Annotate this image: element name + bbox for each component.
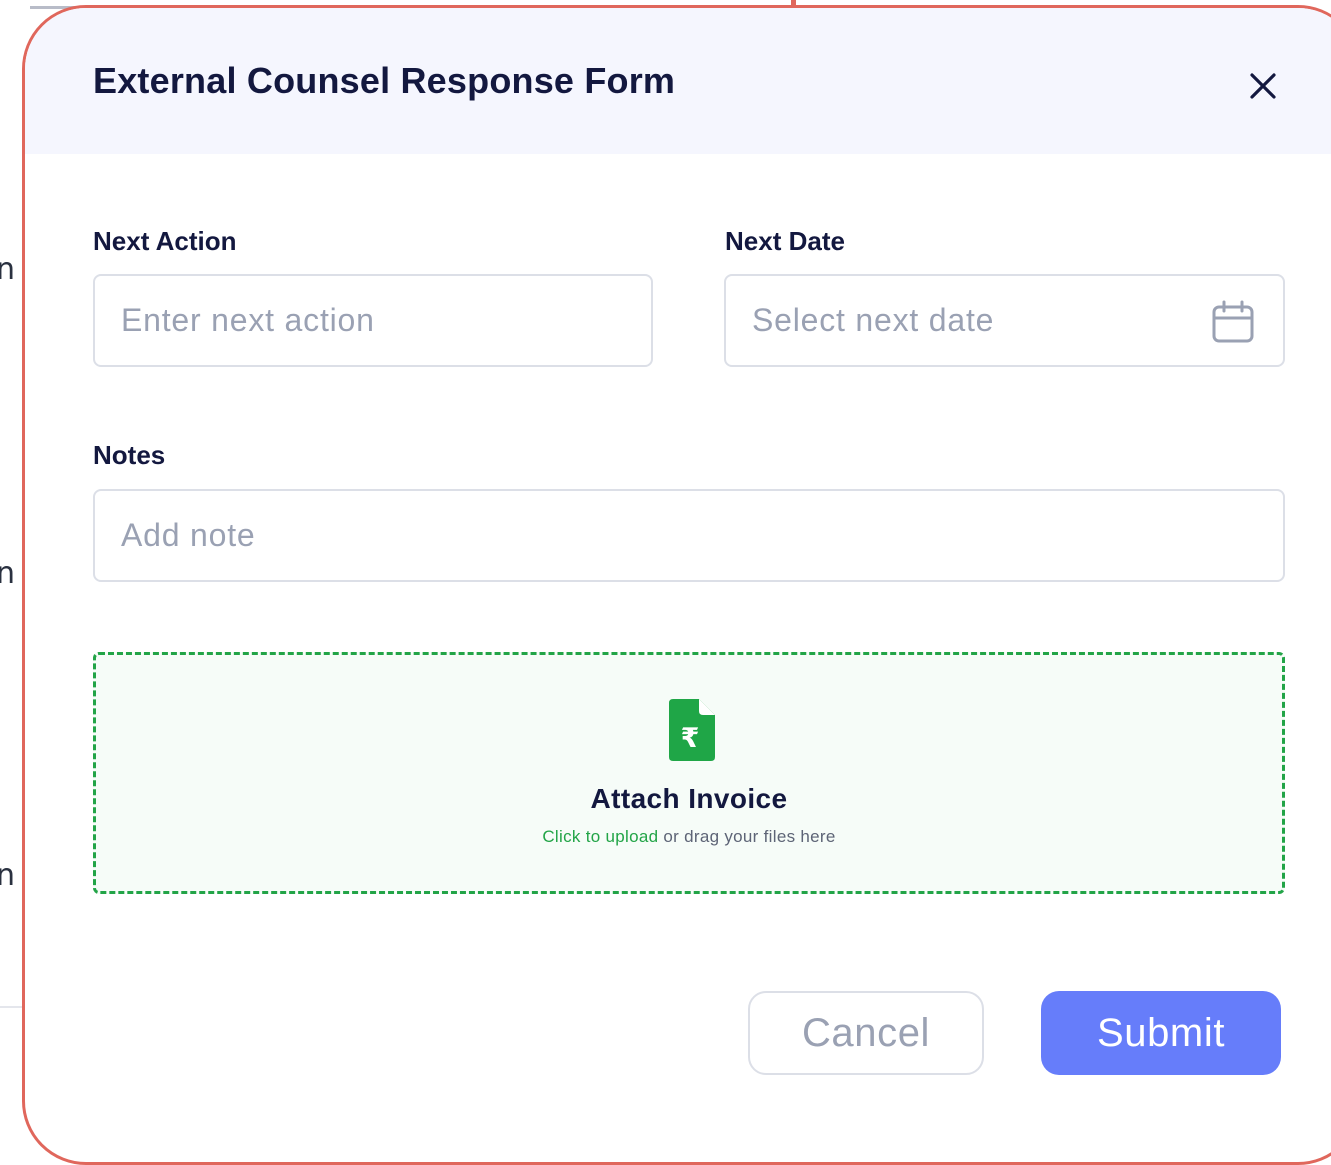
submit-button[interactable]: Submit [1041,991,1281,1075]
calendar-icon[interactable] [1211,300,1255,344]
next-date-input[interactable] [726,276,1283,365]
modal-header: External Counsel Response Form [25,8,1331,154]
next-date-field [724,274,1285,367]
svg-text:₹: ₹ [681,723,700,754]
next-date-label: Next Date [725,226,845,257]
response-form-modal: External Counsel Response Form Next Acti… [22,5,1331,1165]
rupee-file-icon: ₹ [669,699,715,761]
next-action-input[interactable] [95,276,651,365]
click-to-upload-link[interactable]: Click to upload [542,827,658,846]
background-text-fragment: n [0,252,15,287]
notes-input[interactable] [95,491,1283,580]
background-text-fragment: n [0,556,15,591]
notes-label: Notes [93,440,165,471]
cancel-button[interactable]: Cancel [748,991,984,1075]
upload-hint-text: or drag your files here [658,827,835,846]
notes-field [93,489,1285,582]
upload-title: Attach Invoice [96,783,1282,815]
close-icon [1249,72,1277,100]
upload-hint: Click to upload or drag your files here [96,827,1282,847]
next-action-label: Next Action [93,226,237,257]
next-action-field [93,274,653,367]
modal-title: External Counsel Response Form [93,60,675,102]
background-text-fragment: n [0,858,15,893]
close-button[interactable] [1241,64,1285,108]
invoice-upload-dropzone[interactable]: ₹ Attach Invoice Click to upload or drag… [93,652,1285,894]
